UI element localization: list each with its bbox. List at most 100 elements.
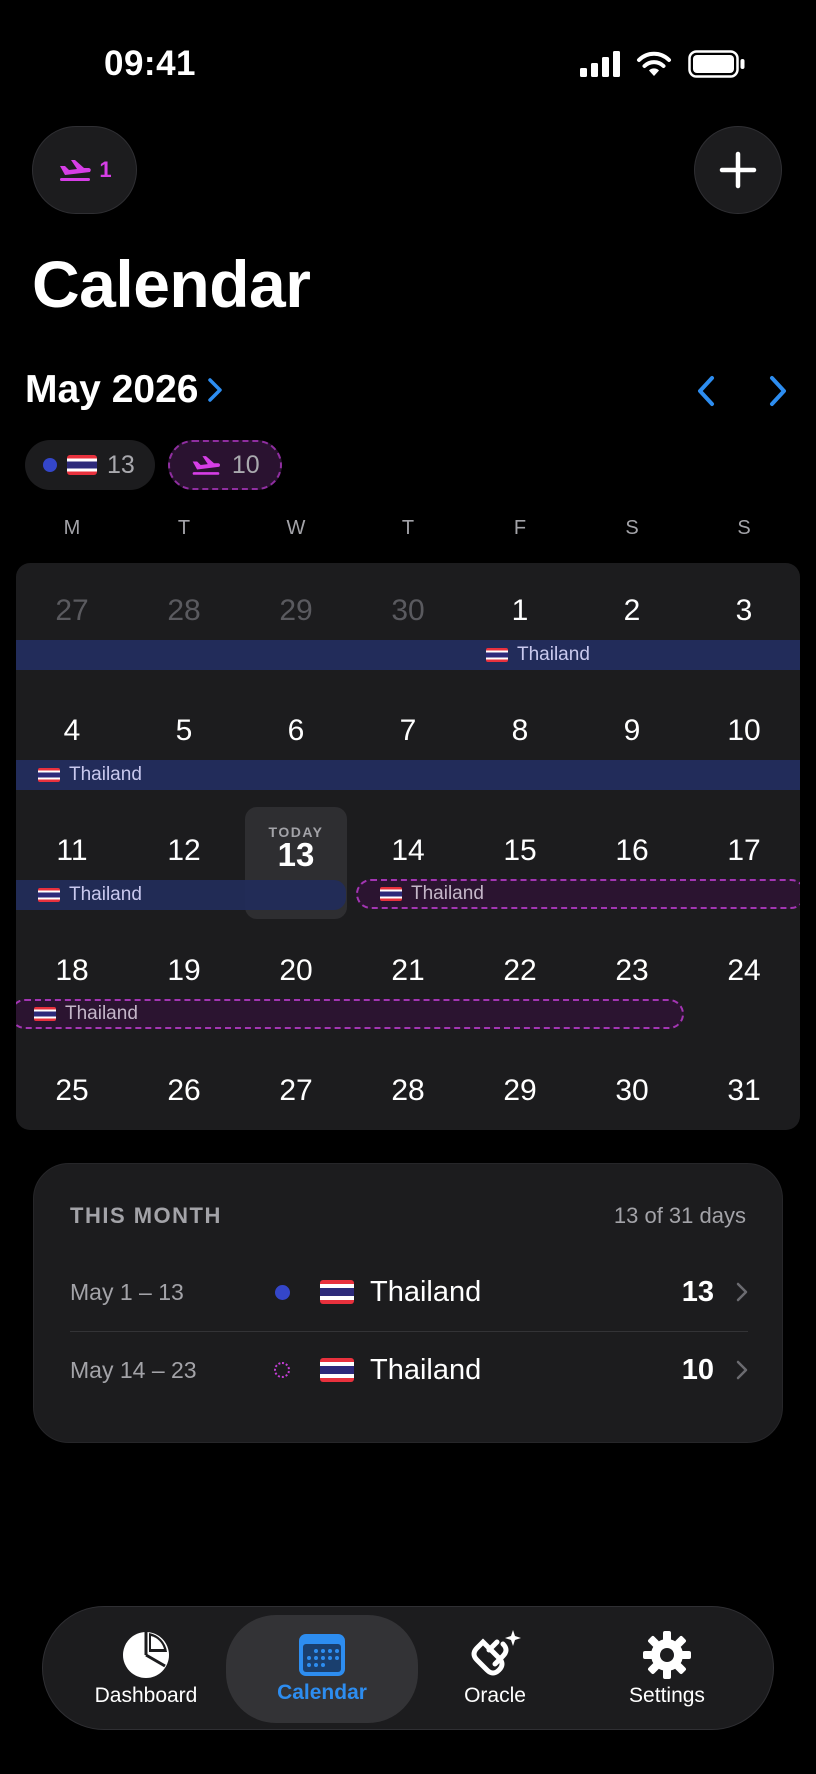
tab-settings[interactable]: Settings <box>577 1607 757 1731</box>
page-title: Calendar <box>32 247 311 321</box>
filter-chips: 13 10 <box>25 440 282 490</box>
calendar-day[interactable]: 16 <box>576 834 688 868</box>
cellular-signal-icon <box>580 51 620 77</box>
weekday-label: S <box>625 517 639 539</box>
calendar-day[interactable]: 27 <box>16 594 128 628</box>
calendar-day[interactable]: 27 <box>240 1074 352 1108</box>
completed-chip-count: 13 <box>107 450 135 479</box>
planned-trips-count: 1 <box>99 157 112 182</box>
calendar-day[interactable]: 1 <box>464 594 576 628</box>
trip-bar-label: Thailand <box>69 884 142 905</box>
calendar-day[interactable]: 29 <box>240 594 352 628</box>
status-icons <box>580 50 746 78</box>
weekday-label: M <box>63 517 81 539</box>
trip-bar-continuation[interactable] <box>16 640 464 670</box>
month-label[interactable]: May 2026 <box>25 368 198 412</box>
tab-label: Dashboard <box>94 1684 198 1707</box>
chevron-left-icon <box>698 376 714 406</box>
calendar-day[interactable]: 30 <box>352 594 464 628</box>
calendar-day[interactable]: 31 <box>688 1074 800 1108</box>
tab-dashboard[interactable]: Dashboard <box>56 1607 236 1731</box>
weekday-header: M T W T F S S <box>16 517 800 540</box>
wifi-icon <box>637 51 671 76</box>
calendar-day[interactable]: 3 <box>688 594 800 628</box>
battery-icon <box>688 50 745 78</box>
calendar-day[interactable]: 22 <box>464 954 576 988</box>
airplane-landing-icon <box>60 160 92 181</box>
thailand-flag-icon <box>34 1007 56 1021</box>
calendar-day[interactable]: 14 <box>352 834 464 868</box>
tab-label: Settings <box>629 1684 705 1707</box>
tab-label: Oracle <box>464 1684 526 1707</box>
calendar-day[interactable]: 2 <box>576 594 688 628</box>
summary-row-country: Thailand <box>370 1275 482 1308</box>
calendar-day[interactable]: 30 <box>576 1074 688 1108</box>
previous-month-button[interactable] <box>689 371 723 411</box>
calendar-day[interactable]: 25 <box>16 1074 128 1108</box>
calendar-day[interactable]: 5 <box>128 714 240 748</box>
calendar-day-today[interactable]: 13 <box>245 836 347 874</box>
trip-bar-label: Thailand <box>65 1003 138 1024</box>
tab-oracle[interactable]: Oracle <box>405 1607 585 1731</box>
summary-days: 13 of 31 days <box>613 1203 746 1228</box>
calendar-day[interactable]: 28 <box>128 594 240 628</box>
completed-dot-icon <box>43 458 57 472</box>
planned-trips-button[interactable]: 1 <box>32 126 137 214</box>
calendar-day[interactable]: 19 <box>128 954 240 988</box>
calendar-day[interactable]: 4 <box>16 714 128 748</box>
tab-bar: Dashboard Calendar Oracle Settings <box>42 1606 774 1730</box>
calendar-day[interactable]: 8 <box>464 714 576 748</box>
calendar-day[interactable]: 28 <box>352 1074 464 1108</box>
planned-chip[interactable]: 10 <box>167 440 282 490</box>
calendar-day[interactable]: 24 <box>688 954 800 988</box>
calendar-day[interactable]: 17 <box>688 834 800 868</box>
calendar-day[interactable]: 29 <box>464 1074 576 1108</box>
summary-row[interactable]: May 1 – 13 Thailand 13 <box>70 1253 748 1331</box>
trip-bar-label: Thailand <box>411 883 484 904</box>
weekday-label: W <box>286 517 306 539</box>
completed-chip[interactable]: 13 <box>25 440 155 490</box>
summary-row-range: May 1 – 13 <box>70 1278 184 1305</box>
oracle-sparkle-icon <box>471 1630 521 1676</box>
calendar-day[interactable]: 23 <box>576 954 688 988</box>
calendar-day[interactable]: 15 <box>464 834 576 868</box>
trip-bar-thailand[interactable]: Thailand <box>16 880 346 910</box>
calendar-day[interactable]: 7 <box>352 714 464 748</box>
summary-row-count: 13 <box>681 1275 714 1308</box>
planned-dot-icon <box>260 1362 304 1378</box>
summary-row[interactable]: May 14 – 23 Thailand 10 <box>70 1331 748 1409</box>
thailand-flag-icon <box>38 768 60 782</box>
trip-bar-label: Thailand <box>69 764 142 785</box>
calendar-day[interactable]: 18 <box>16 954 128 988</box>
calendar-day[interactable]: 6 <box>240 714 352 748</box>
planned-trip-bar-thailand[interactable]: Thailand <box>356 879 800 909</box>
trip-bar-thailand[interactable]: Thailand <box>16 760 800 790</box>
month-arrows <box>689 371 795 411</box>
tab-calendar[interactable]: Calendar <box>226 1615 418 1723</box>
calendar-day[interactable]: 21 <box>352 954 464 988</box>
summary-heading: THIS MONTH <box>70 1203 222 1228</box>
weekday-label: T <box>401 517 415 539</box>
chevron-right-icon[interactable] <box>208 378 223 402</box>
calendar-day[interactable]: 11 <box>16 834 128 868</box>
summary-row-country: Thailand <box>370 1353 482 1386</box>
thailand-flag-icon <box>67 455 97 475</box>
planned-trip-bar-thailand[interactable]: Thailand <box>16 999 684 1029</box>
trip-bar-thailand[interactable]: Thailand <box>464 640 800 670</box>
summary-row-range: May 14 – 23 <box>70 1356 197 1383</box>
next-month-button[interactable] <box>761 371 795 411</box>
thailand-flag-icon <box>380 887 402 901</box>
chevron-right-icon <box>736 1360 748 1380</box>
calendar-day[interactable]: 20 <box>240 954 352 988</box>
calendar-day[interactable]: 9 <box>576 714 688 748</box>
weekday-label: F <box>513 517 527 539</box>
thailand-flag-icon <box>320 1280 354 1304</box>
completed-dot-icon <box>260 1284 304 1300</box>
weekday-label: S <box>737 517 751 539</box>
month-navigation: May 2026 <box>25 365 795 415</box>
calendar-day[interactable]: 12 <box>128 834 240 868</box>
calendar-day[interactable]: 26 <box>128 1074 240 1108</box>
status-time: 09:41 <box>104 44 197 83</box>
calendar-day[interactable]: 10 <box>688 714 800 748</box>
add-trip-button[interactable] <box>694 126 782 214</box>
